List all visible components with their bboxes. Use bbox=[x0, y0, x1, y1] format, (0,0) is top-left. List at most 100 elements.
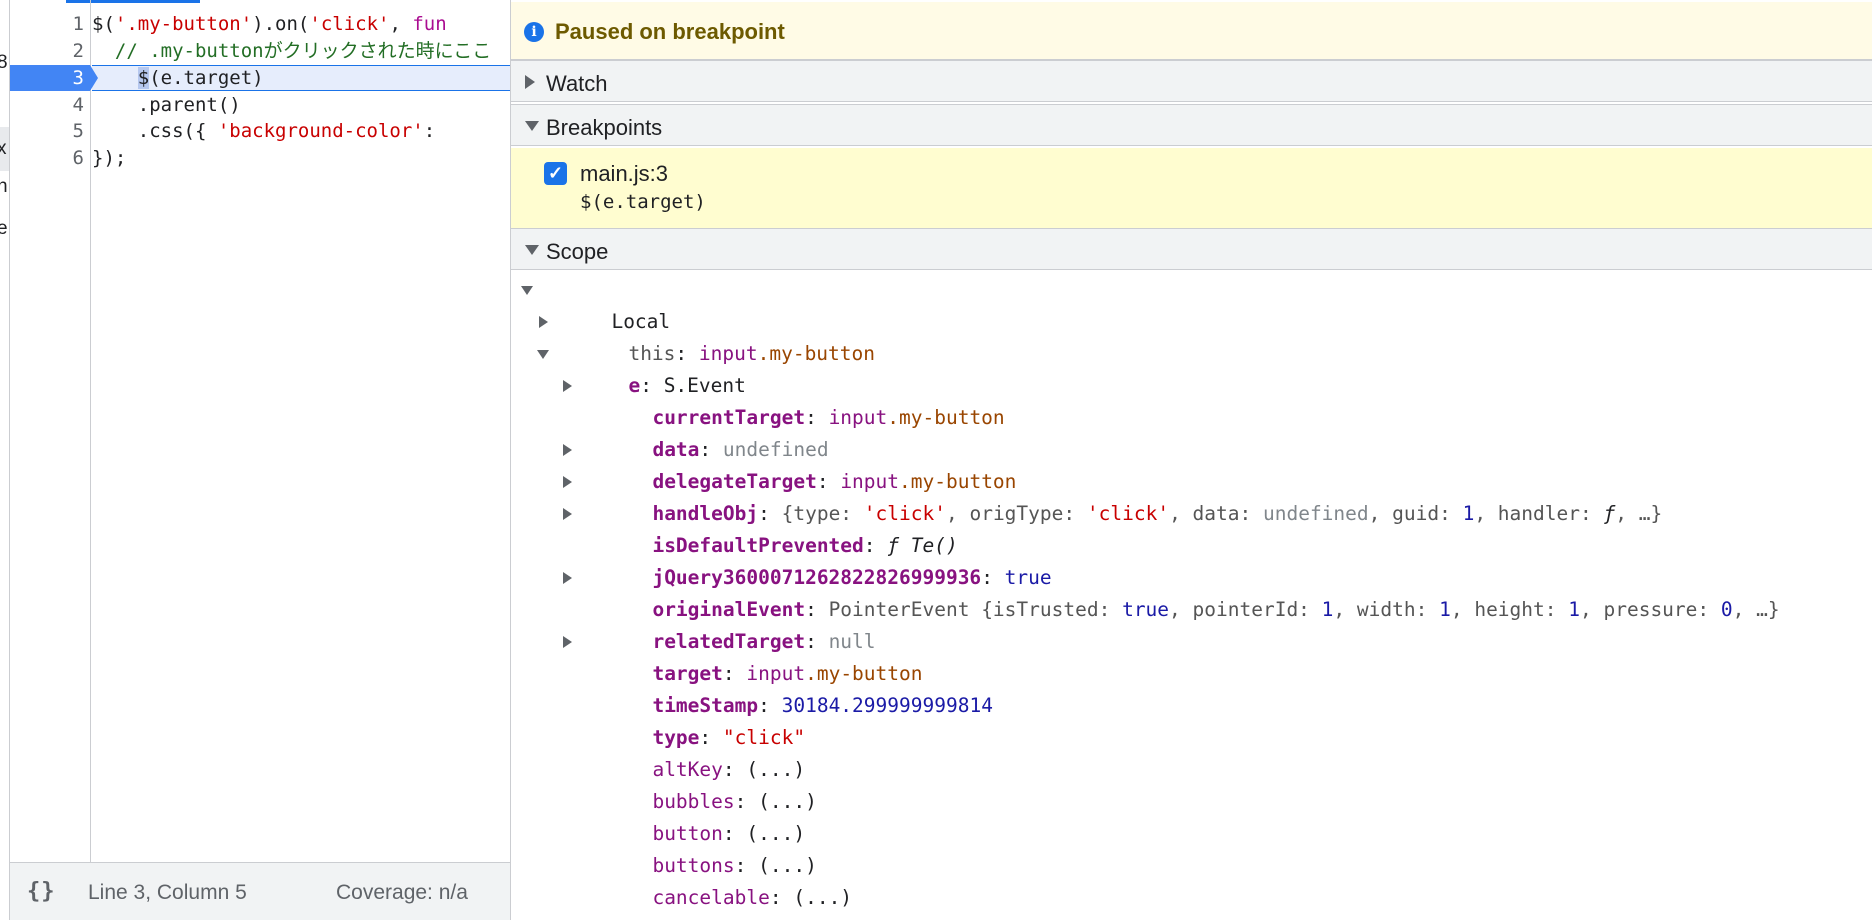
tree-row-target[interactable]: target: input.my-button bbox=[563, 626, 923, 685]
chevron-down-icon bbox=[525, 121, 539, 131]
tree-row-related-target[interactable]: relatedTarget: null bbox=[582, 594, 875, 653]
navigator-glyph: n bbox=[0, 176, 8, 198]
code-token: : bbox=[423, 120, 436, 142]
watch-section-header[interactable]: Watch bbox=[511, 60, 1872, 102]
tree-row-getter[interactable]: changedTouches: (...) bbox=[582, 882, 899, 920]
code-line-3[interactable]: $(e.target) bbox=[92, 65, 510, 91]
code-line-4[interactable]: .parent() bbox=[92, 92, 510, 118]
breakpoint-item[interactable]: ✓ main.js:3 $(e.target) bbox=[511, 148, 1872, 228]
code-token: 'background-color' bbox=[217, 120, 424, 142]
code-token: 'click' bbox=[309, 13, 390, 35]
preview-value: 'click' bbox=[1086, 502, 1170, 525]
navigator-glyph: 8 bbox=[0, 52, 8, 74]
tree-row-is-default-prevented[interactable]: isDefaultPrevented: ƒ Te() bbox=[563, 498, 958, 557]
scope-tree: Local this: input.my-button e: S.Event c… bbox=[511, 272, 1872, 920]
preview-value: ƒ bbox=[1603, 502, 1616, 525]
tree-row-time-stamp[interactable]: timeStamp: 30184.299999999814 bbox=[582, 658, 992, 717]
section-title: Watch bbox=[546, 71, 608, 96]
chevron-down-icon bbox=[525, 245, 539, 255]
chevron-right-icon bbox=[563, 636, 572, 648]
chevron-right-icon bbox=[525, 75, 535, 89]
line-number[interactable]: 6 bbox=[10, 145, 84, 171]
object-preview: , origType: bbox=[945, 502, 1087, 525]
tree-row-e[interactable]: e: S.Event bbox=[537, 338, 746, 397]
property-value: .my-button bbox=[887, 406, 1005, 429]
preview-value: 1 bbox=[1462, 502, 1475, 525]
scope-section-header[interactable]: Scope bbox=[511, 228, 1872, 270]
breakpoint-location[interactable]: main.js:3 bbox=[580, 161, 668, 187]
code-line-1[interactable]: $('.my-button').on('click', fun bbox=[92, 11, 510, 37]
breakpoint-line-number: 3 bbox=[72, 67, 84, 89]
preview-value: 0 bbox=[1720, 598, 1733, 621]
breakpoint-code-snippet: $(e.target) bbox=[580, 191, 706, 213]
tree-row-data[interactable]: data: undefined bbox=[582, 402, 828, 461]
code-token: fun bbox=[412, 13, 447, 35]
line-number-gutter[interactable]: 1 2 4 5 6 bbox=[10, 0, 91, 862]
chevron-right-icon bbox=[563, 476, 572, 488]
tree-row-type[interactable]: type: "click" bbox=[582, 690, 805, 749]
chevron-right-icon bbox=[563, 572, 572, 584]
code-line-2[interactable]: // .my-buttonがクリックされた時にここ bbox=[92, 38, 510, 64]
object-preview: , guid: bbox=[1368, 502, 1463, 525]
chevron-right-icon bbox=[563, 380, 572, 392]
object-preview: , height: bbox=[1450, 598, 1569, 621]
coverage-status: Coverage: n/a bbox=[336, 881, 468, 904]
code-token: (e.target) bbox=[149, 67, 264, 89]
code-token: $( bbox=[92, 13, 115, 35]
tree-row-getter[interactable]: button: (...) bbox=[582, 786, 805, 845]
paused-banner: i Paused on breakpoint bbox=[511, 2, 1872, 60]
navigator-glyph: x bbox=[0, 138, 7, 160]
tree-row-getter[interactable]: cancelable: (...) bbox=[582, 850, 852, 909]
object-preview: , pointerId: bbox=[1169, 598, 1322, 621]
tree-row-handle-obj[interactable]: handleObj: {type: 'click', origType: 'cl… bbox=[563, 466, 1662, 525]
code-token: .css({ bbox=[92, 120, 218, 142]
object-preview: , pressure: bbox=[1580, 598, 1721, 621]
tree-row-original-event[interactable]: originalEvent: PointerEvent {isTrusted: … bbox=[563, 562, 1780, 621]
navigator-glyph: e bbox=[0, 218, 8, 240]
preview-value: 1 bbox=[1439, 598, 1451, 621]
property-value: input bbox=[828, 406, 888, 429]
line-number[interactable]: 4 bbox=[10, 92, 84, 118]
chevron-right-icon bbox=[539, 316, 548, 328]
object-preview: , …} bbox=[1615, 502, 1663, 525]
chevron-right-icon bbox=[563, 508, 572, 520]
preview-value: undefined bbox=[1262, 502, 1369, 525]
tree-row-getter[interactable]: buttons: (...) bbox=[582, 818, 816, 877]
line-number[interactable]: 1 bbox=[10, 11, 84, 37]
object-preview: , …} bbox=[1732, 598, 1780, 621]
tree-row-getter[interactable]: bubbles: (...) bbox=[582, 754, 816, 813]
tree-row-delegate-target[interactable]: delegateTarget: input.my-button bbox=[563, 434, 1016, 493]
tree-row-jquery-expando[interactable]: jQuery3600071262822826999936: true bbox=[582, 530, 1051, 589]
code-token: ).on( bbox=[252, 13, 310, 35]
object-preview: , handler: bbox=[1474, 502, 1604, 525]
tree-row-getter[interactable]: altKey: (...) bbox=[582, 722, 805, 781]
tree-row-this[interactable]: this: input.my-button bbox=[539, 306, 875, 365]
cursor-position[interactable]: Line 3, Column 5 bbox=[88, 881, 247, 905]
info-icon: i bbox=[524, 22, 544, 42]
pretty-print-icon[interactable]: {} bbox=[27, 879, 56, 904]
chevron-right-icon bbox=[563, 444, 572, 456]
tree-row-current-target[interactable]: currentTarget: input.my-button bbox=[563, 370, 1005, 429]
object-preview: {isTrusted: bbox=[981, 598, 1123, 621]
debugger-sidebar: i Paused on breakpoint Watch Breakpoints… bbox=[511, 0, 1872, 920]
section-title: Breakpoints bbox=[546, 115, 663, 140]
line-number[interactable]: 2 bbox=[10, 38, 84, 64]
code-selection: $ bbox=[137, 67, 150, 89]
navigator-strip: 8 x n e bbox=[0, 0, 10, 920]
line-number[interactable]: 5 bbox=[10, 118, 84, 144]
property-value: .my-button bbox=[757, 342, 876, 365]
code-token: '.my-button' bbox=[114, 13, 253, 35]
chevron-down-icon bbox=[521, 286, 533, 295]
source-editor-pane: 8 x n e 1 2 4 5 6 $('.my-button').on('cl… bbox=[0, 0, 511, 920]
code-token: , bbox=[389, 13, 413, 35]
code-line-6[interactable]: }); bbox=[92, 145, 510, 171]
scope-local[interactable]: Local bbox=[521, 274, 670, 333]
breakpoint-marker[interactable]: 3 bbox=[10, 65, 98, 91]
code-line-5[interactable]: .css({ 'background-color': bbox=[92, 118, 510, 144]
breakpoints-section-header[interactable]: Breakpoints bbox=[511, 104, 1872, 146]
code-area[interactable]: $('.my-button').on('click', fun // .my-b… bbox=[92, 0, 510, 862]
object-preview: , data: bbox=[1169, 502, 1263, 525]
breakpoint-checkbox[interactable]: ✓ bbox=[544, 162, 567, 185]
preview-value: 1 bbox=[1321, 598, 1334, 621]
